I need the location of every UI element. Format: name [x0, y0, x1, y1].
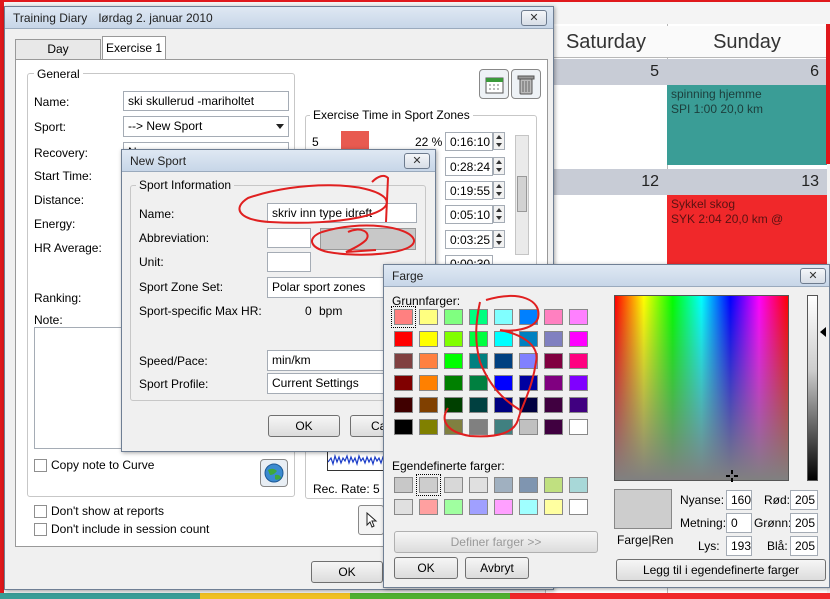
annotation-numeral-3 — [443, 295, 540, 438]
handwritten-annotations — [238, 174, 540, 438]
annotation-circle-1 — [238, 184, 388, 224]
annotation-numeral-2 — [345, 228, 377, 253]
annotation-bracket-3 — [475, 301, 521, 411]
